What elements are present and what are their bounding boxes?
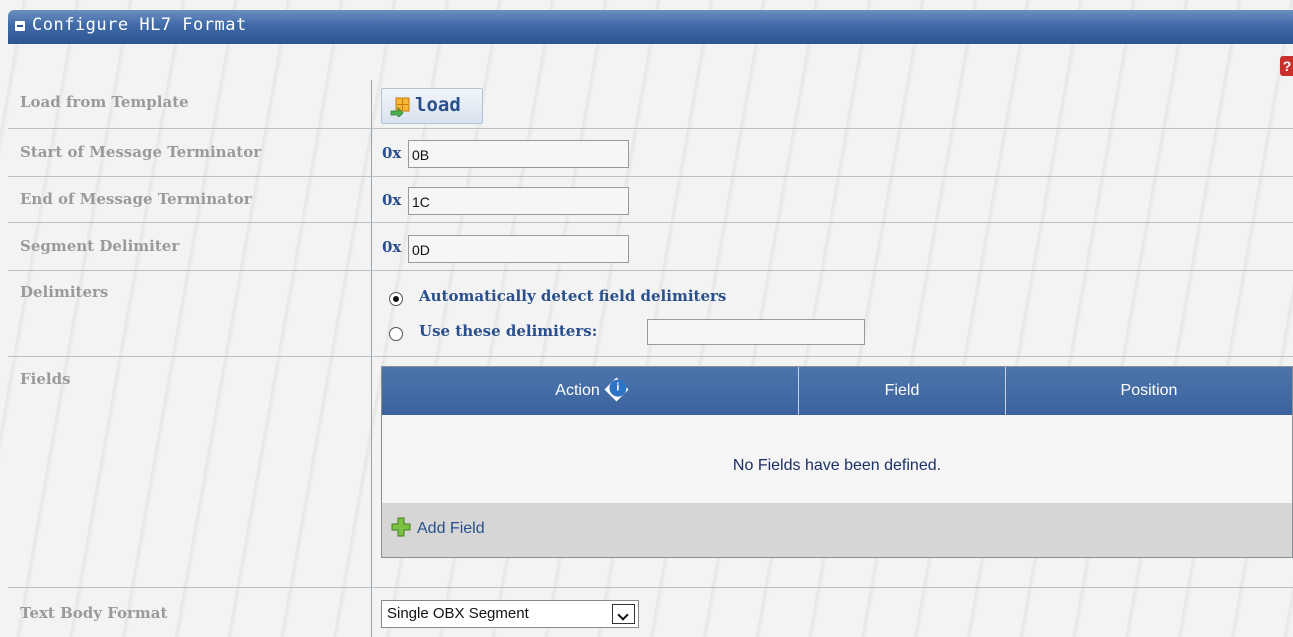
row-divider [8, 222, 1293, 223]
help-icon[interactable]: ? [1280, 56, 1293, 76]
column-field[interactable]: Field [799, 367, 1006, 415]
end-terminator-input[interactable]: 1C [408, 187, 629, 215]
auto-detect-radio[interactable] [389, 292, 403, 306]
start-terminator-label: Start of Message Terminator [20, 143, 262, 161]
start-terminator-input[interactable]: 0B [408, 140, 629, 168]
hex-prefix: 0x [382, 191, 402, 209]
row-divider [8, 128, 1293, 129]
load-button[interactable]: load [381, 88, 483, 124]
auto-detect-label[interactable]: Automatically detect field delimiters [419, 287, 726, 305]
delimiters-label: Delimiters [20, 283, 109, 301]
select-value: Single OBX Segment [387, 605, 529, 622]
segment-delimiter-label: Segment Delimiter [20, 237, 180, 255]
fields-label: Fields [20, 370, 71, 388]
column-action-label: Action [555, 382, 600, 399]
table-header: Action Field Position [382, 367, 1292, 415]
add-icon[interactable] [391, 517, 411, 537]
row-divider [8, 270, 1293, 271]
use-these-radio[interactable] [389, 327, 403, 341]
panel-header[interactable]: Configure HL7 Format [8, 10, 1293, 44]
row-divider [8, 356, 1293, 357]
column-action[interactable]: Action [382, 367, 799, 415]
collapse-icon[interactable] [15, 21, 25, 31]
add-field-link[interactable]: Add Field [417, 520, 485, 538]
chevron-down-icon[interactable] [612, 604, 635, 624]
load-template-label: Load from Template [20, 93, 189, 111]
end-terminator-label: End of Message Terminator [20, 190, 252, 208]
hex-prefix: 0x [382, 238, 402, 256]
table-footer: Add Field [382, 503, 1292, 557]
segment-delimiter-input[interactable]: 0D [408, 235, 629, 263]
empty-message: No Fields have been defined. [732, 457, 942, 474]
panel-title: Configure HL7 Format [32, 15, 247, 35]
text-body-format-select[interactable]: Single OBX Segment [381, 600, 639, 628]
row-divider [8, 176, 1293, 177]
text-body-format-label: Text Body Format [20, 604, 168, 622]
row-divider [8, 587, 1293, 588]
delimiters-input[interactable] [647, 319, 865, 345]
hex-prefix: 0x [382, 144, 402, 162]
info-icon[interactable] [604, 377, 629, 402]
column-divider [371, 80, 372, 637]
load-template-icon [390, 97, 410, 117]
fields-table: Action Field Position No Fields have bee… [381, 366, 1293, 558]
load-button-label: load [415, 94, 461, 116]
use-these-label[interactable]: Use these delimiters: [419, 322, 597, 340]
column-position[interactable]: Position [1006, 367, 1292, 415]
